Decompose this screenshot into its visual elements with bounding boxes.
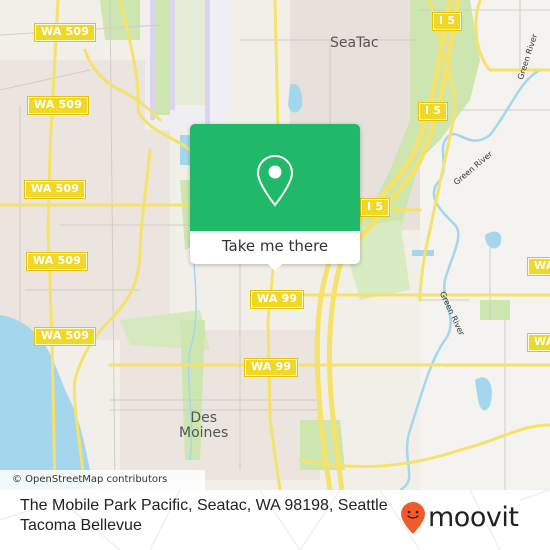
route-shield-wa509: WA 509 <box>26 96 90 115</box>
airfield-grass <box>155 0 170 115</box>
moovit-logo[interactable]: moovit <box>400 500 519 536</box>
map-attribution[interactable]: © OpenStreetMap contributors <box>0 470 205 490</box>
runway <box>150 0 155 120</box>
airfield-grass <box>175 0 205 105</box>
map-pin-icon <box>256 154 294 207</box>
address-text: The Mobile Park Pacific, Seatac, WA 9819… <box>20 497 388 534</box>
route-shield-wa509: WA 509 <box>23 180 87 199</box>
popup-header <box>190 124 360 231</box>
place-label-seatac: SeaTac <box>330 35 379 51</box>
route-shield-wa: WA <box>527 333 550 352</box>
brand-name: moovit <box>428 502 519 533</box>
route-shield-i5: I 5 <box>359 198 391 217</box>
route-shield-wa509: WA 509 <box>33 327 97 346</box>
take-me-there-button[interactable]: Take me there <box>190 231 360 264</box>
route-shield-i5: I 5 <box>417 102 449 121</box>
map-view[interactable]: SeaTac Des Moines WA 509 WA 509 WA 509 W… <box>0 0 550 490</box>
footer: The Mobile Park Pacific, Seatac, WA 9819… <box>0 490 550 550</box>
place-label-des-moines: Des Moines <box>179 410 229 441</box>
pond <box>412 250 434 256</box>
route-shield-wa99: WA 99 <box>243 358 299 377</box>
park <box>480 300 510 320</box>
location-popup: Take me there <box>190 124 360 271</box>
route-shield-wa: WA <box>527 257 550 276</box>
route-shield-i5: I 5 <box>431 12 463 31</box>
moovit-pin-icon <box>401 502 425 534</box>
runway <box>170 0 175 110</box>
runway <box>205 0 210 125</box>
route-shield-wa99: WA 99 <box>249 290 305 309</box>
popup-pointer <box>267 263 283 271</box>
route-shield-wa509: WA 509 <box>33 23 97 42</box>
urban-area-des-moines <box>120 330 320 480</box>
moovit-map-card: SeaTac Des Moines WA 509 WA 509 WA 509 W… <box>0 0 550 550</box>
route-shield-wa509: WA 509 <box>25 252 89 271</box>
